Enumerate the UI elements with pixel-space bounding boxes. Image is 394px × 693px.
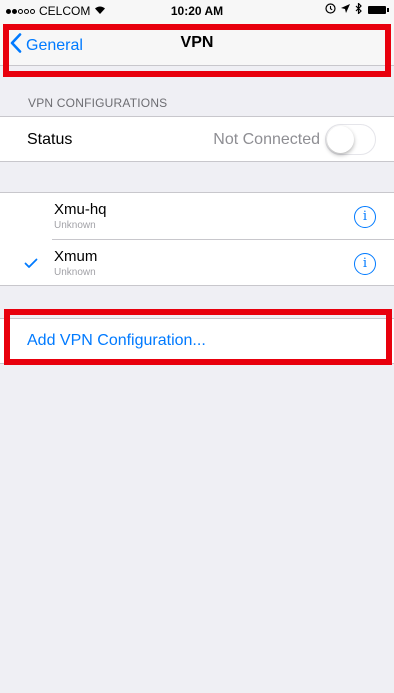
vpn-toggle[interactable] [325,124,376,155]
toggle-knob [327,126,354,153]
bluetooth-icon [355,2,363,17]
vpn-name: Xmum [54,248,98,265]
add-vpn-configuration-label: Add VPN Configuration... [27,332,206,349]
vpn-configuration-list: Xmu-hq Unknown i Xmum Unknown i [0,192,394,286]
vpn-configuration-row[interactable]: Xmu-hq Unknown i [0,193,394,240]
vpn-status: Unknown [54,220,96,231]
add-vpn-configuration-button[interactable]: Add VPN Configuration... [0,318,394,364]
status-bar: CELCOM 10:20 AM [0,0,394,22]
navigation-bar: General VPN [0,22,394,66]
vpn-settings-screen: CELCOM 10:20 AM General VPN VPN CONFIGUR… [0,0,394,693]
info-icon[interactable]: i [354,206,376,228]
vpn-name: Xmu-hq [54,201,107,218]
status-value: Not Connected [213,131,320,148]
page-title: VPN [180,34,214,51]
info-icon[interactable]: i [354,253,376,275]
vpn-status: Unknown [54,267,96,278]
section-header: VPN CONFIGURATIONS [28,96,168,110]
battery-icon [368,6,389,14]
vpn-configuration-row[interactable]: Xmum Unknown i [0,240,394,287]
checkmark-icon [24,256,38,273]
status-label: Status [27,131,73,148]
alarm-icon [325,3,336,17]
status-icons [325,2,389,17]
location-icon [341,4,350,16]
status-row: Status Not Connected [0,116,394,162]
